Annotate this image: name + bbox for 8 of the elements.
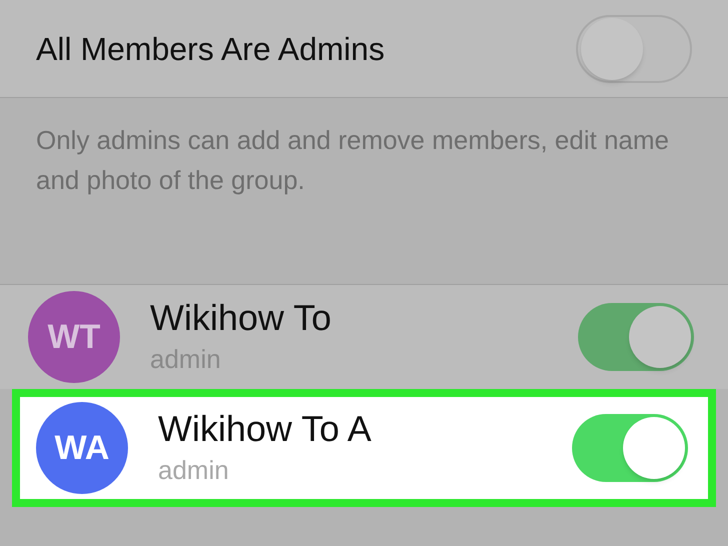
- setting-description: Only admins can add and remove members, edit name and photo of the group.: [36, 124, 670, 197]
- avatar: WA: [36, 402, 128, 494]
- member-row[interactable]: WA Wikihow To A admin: [12, 389, 716, 507]
- setting-label: All Members Are Admins: [36, 30, 385, 68]
- member-role: admin: [158, 454, 230, 486]
- member-name: Wikihow To: [150, 296, 332, 340]
- member-name: Wikihow To A: [158, 406, 372, 450]
- avatar: WT: [28, 291, 120, 383]
